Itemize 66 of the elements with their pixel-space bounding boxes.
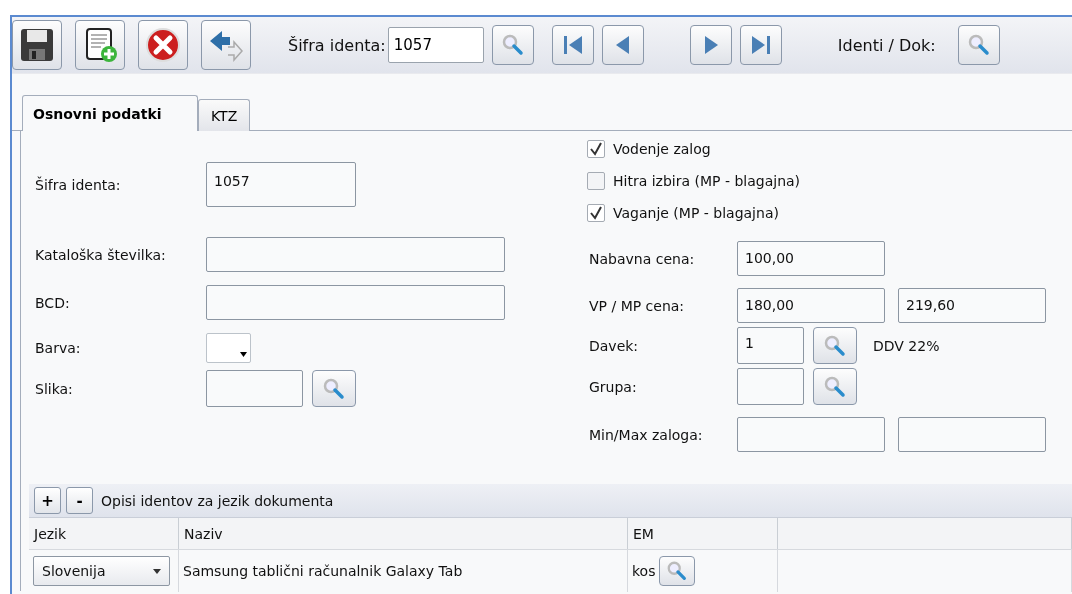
- text-field[interactable]: [737, 368, 804, 405]
- language-dropdown[interactable]: Slovenija: [33, 556, 170, 586]
- field-label: Min/Max zaloga:: [589, 426, 704, 443]
- field-label: Davek:: [589, 337, 640, 354]
- color-dropdown[interactable]: [206, 333, 251, 363]
- checkbox[interactable]: [587, 140, 605, 158]
- lookup-label: Identi / Dok:: [837, 35, 936, 55]
- table-cell: kos: [632, 563, 656, 579]
- new-document-button[interactable]: [75, 20, 125, 70]
- text-field[interactable]: 219,60: [898, 288, 1046, 323]
- search-icon: [666, 560, 689, 582]
- text-field[interactable]: [737, 417, 885, 452]
- cancel-button[interactable]: [138, 20, 188, 70]
- text-field[interactable]: [206, 370, 303, 407]
- search-icon: [322, 376, 346, 401]
- add-button[interactable]: +: [34, 487, 61, 514]
- tab[interactable]: KTZ: [198, 99, 251, 131]
- last-button[interactable]: [739, 25, 782, 65]
- close-icon: [145, 27, 181, 63]
- next-button[interactable]: [689, 25, 732, 65]
- identifier-label: Šifra identa:: [288, 35, 386, 55]
- text-field[interactable]: [898, 417, 1046, 452]
- search-button[interactable]: [813, 327, 857, 364]
- text-field[interactable]: 1057: [206, 162, 356, 207]
- checkbox-label: Vaganje (MP - blagajna): [613, 205, 779, 221]
- column-header: Naziv: [179, 518, 628, 549]
- table-cell: Samsung tablični računalnik Galaxy Tab: [183, 563, 463, 579]
- field-label: Šifra identa:: [35, 176, 122, 193]
- field-label: Grupa:: [589, 378, 638, 395]
- section-title: Opisi identov za jezik dokumenta: [101, 492, 334, 509]
- field-label: VP / MP cena:: [589, 297, 686, 314]
- search-button[interactable]: [659, 556, 696, 586]
- search-icon: [823, 374, 847, 399]
- field-label: Barva:: [35, 340, 82, 356]
- checkbox[interactable]: [587, 172, 605, 190]
- previous-button[interactable]: [601, 25, 644, 65]
- text-field[interactable]: 180,00: [737, 288, 885, 323]
- field-label: Kataloška številka:: [35, 246, 167, 263]
- back-button[interactable]: [201, 20, 251, 70]
- search-button[interactable]: [312, 370, 356, 407]
- field-label: BCD:: [35, 294, 71, 311]
- field-label: Nabavna cena:: [589, 250, 696, 267]
- search-icon: [823, 333, 847, 358]
- checkbox-label: Vodenje zalog: [613, 141, 711, 157]
- search-icon: [966, 33, 991, 57]
- text-field[interactable]: 1: [737, 327, 804, 364]
- dropdown-arrow-icon: [153, 568, 161, 574]
- tab[interactable]: Osnovni podatki: [22, 95, 198, 131]
- text-field[interactable]: [206, 237, 505, 272]
- column-header: Jezik: [29, 518, 179, 549]
- text-field[interactable]: 100,00: [737, 241, 885, 276]
- identifier-input[interactable]: 1057: [387, 27, 484, 63]
- tax-rate-text: DDV 22%: [873, 337, 940, 354]
- search-button[interactable]: [491, 25, 534, 65]
- remove-button[interactable]: -: [66, 487, 93, 514]
- column-header: EM: [628, 518, 778, 549]
- search-button[interactable]: [957, 25, 1000, 65]
- save-button[interactable]: [12, 20, 62, 70]
- search-icon: [500, 33, 525, 57]
- dropdown-arrow-icon: [240, 352, 247, 357]
- search-button[interactable]: [813, 368, 857, 405]
- first-button[interactable]: [551, 25, 594, 65]
- field-label: Slika:: [35, 380, 74, 397]
- checkbox-label: Hitra izbira (MP - blagajna): [613, 173, 801, 189]
- checkbox[interactable]: [587, 204, 605, 222]
- text-field[interactable]: [206, 285, 505, 320]
